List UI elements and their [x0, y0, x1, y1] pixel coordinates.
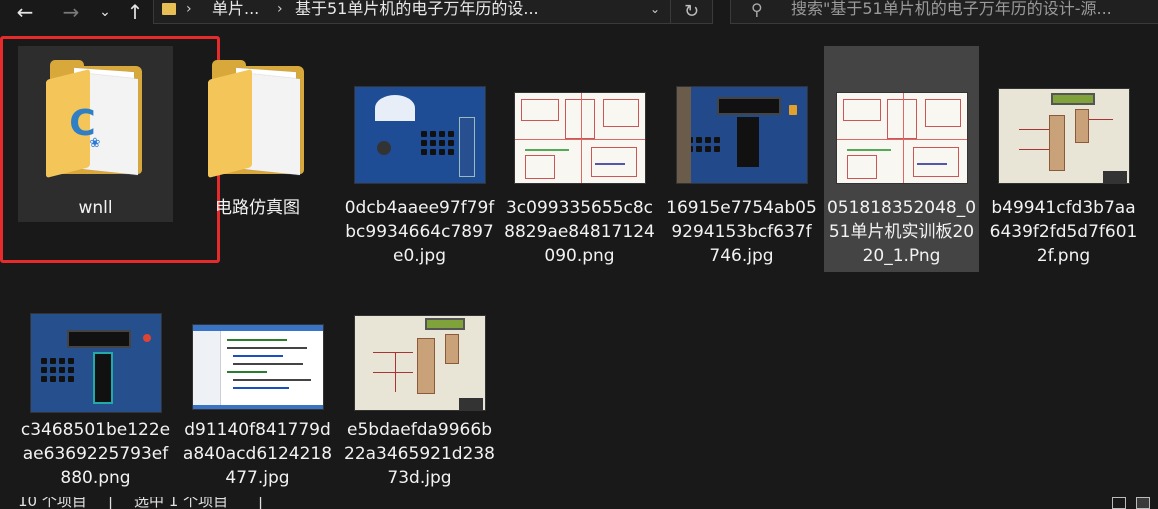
file-item-image[interactable]: 16915e7754ab059294153bcf637f746.jpg: [664, 46, 819, 272]
file-name: 电路仿真图: [215, 198, 300, 218]
chevron-down-icon: ⌄: [99, 4, 111, 20]
chevron-right-icon: ›: [277, 1, 283, 17]
status-separator: |: [108, 497, 114, 509]
image-thumbnail: [835, 92, 968, 184]
file-name: wnll: [78, 198, 113, 218]
file-item-image[interactable]: d91140f841779da840acd6124218477.jpg: [180, 298, 335, 494]
image-thumbnail: [353, 315, 486, 411]
file-item-folder[interactable]: C ❀ wnll: [18, 46, 173, 222]
item-count: 10 个项目: [18, 497, 87, 509]
image-thumbnail: [997, 88, 1130, 184]
recent-locations-button[interactable]: ⌄: [94, 0, 116, 24]
file-item-folder[interactable]: 电路仿真图: [180, 46, 335, 222]
arrow-up-icon: ↑: [126, 0, 144, 24]
file-name: 3c099335655c8c8829ae84817124090.png: [504, 198, 655, 266]
image-thumbnail: [191, 324, 324, 410]
file-name: e5bdaefda9966b22a3465921d23873d.jpg: [344, 420, 495, 488]
arrow-right-icon: →: [62, 0, 80, 24]
up-button[interactable]: ↑: [124, 0, 146, 24]
file-item-image[interactable]: b49941cfd3b7aa6439f2fd5d7f6012f.png: [986, 46, 1141, 272]
file-item-image[interactable]: 3c099335655c8c8829ae84817124090.png: [502, 46, 657, 272]
address-bar[interactable]: › 单片... › 基于51单片机的电子万年历的设... ⌄ ↻: [153, 0, 713, 24]
image-thumbnail: [29, 313, 162, 413]
breadcrumb-item[interactable]: 单片...: [212, 0, 259, 18]
vscode-folder-icon: C ❀: [45, 60, 146, 180]
status-separator: |: [258, 497, 264, 509]
selection-count: 选中 1 个项目: [134, 497, 229, 509]
folder-icon: [207, 60, 308, 180]
file-name: d91140f841779da840acd6124218477.jpg: [182, 420, 333, 488]
file-item-image[interactable]: 0dcb4aaee97f79fbc9934664c7897e0.jpg: [342, 46, 497, 272]
forward-button[interactable]: →: [58, 0, 84, 24]
file-name: 051818352048_051单片机实训板2020_1.Png: [826, 198, 977, 266]
address-dropdown-icon[interactable]: ⌄: [650, 2, 660, 16]
search-icon: ⚲: [751, 0, 763, 19]
chevron-right-icon: ›: [186, 1, 192, 17]
refresh-icon: ↻: [683, 0, 700, 22]
refresh-button[interactable]: ↻: [670, 0, 712, 23]
image-thumbnail: [353, 86, 486, 184]
image-thumbnail: [513, 92, 646, 184]
file-item-image[interactable]: c3468501be122eae6369225793ef880.png: [18, 298, 173, 494]
file-name: b49941cfd3b7aa6439f2fd5d7f6012f.png: [989, 198, 1138, 266]
file-name: 16915e7754ab059294153bcf637f746.jpg: [666, 198, 817, 266]
image-thumbnail: [675, 86, 808, 184]
large-icons-view-button[interactable]: [1136, 497, 1150, 509]
search-box[interactable]: ⚲ 搜索"基于51单片机的电子万年历的设计-源...: [730, 0, 1158, 24]
folder-icon: [162, 3, 176, 15]
file-item-image[interactable]: e5bdaefda9966b22a3465921d23873d.jpg: [342, 298, 497, 494]
arrow-left-icon: ←: [16, 0, 34, 24]
file-name: c3468501be122eae6369225793ef880.png: [20, 420, 171, 488]
file-item-image[interactable]: 051818352048_051单片机实训板2020_1.Png: [824, 46, 979, 272]
back-button[interactable]: ←: [12, 0, 38, 24]
breadcrumb-item[interactable]: 基于51单片机的电子万年历的设...: [295, 0, 539, 18]
search-input[interactable]: 搜索"基于51单片机的电子万年历的设计-源...: [791, 0, 1158, 18]
file-name: 0dcb4aaee97f79fbc9934664c7897e0.jpg: [344, 198, 495, 266]
status-bar: 10 个项目 | 选中 1 个项目 |: [0, 497, 1158, 509]
details-view-button[interactable]: [1112, 497, 1126, 509]
toolbar: ← → ⌄ ↑ › 单片... › 基于51单片机的电子万年历的设... ⌄ ↻…: [0, 0, 1158, 38]
